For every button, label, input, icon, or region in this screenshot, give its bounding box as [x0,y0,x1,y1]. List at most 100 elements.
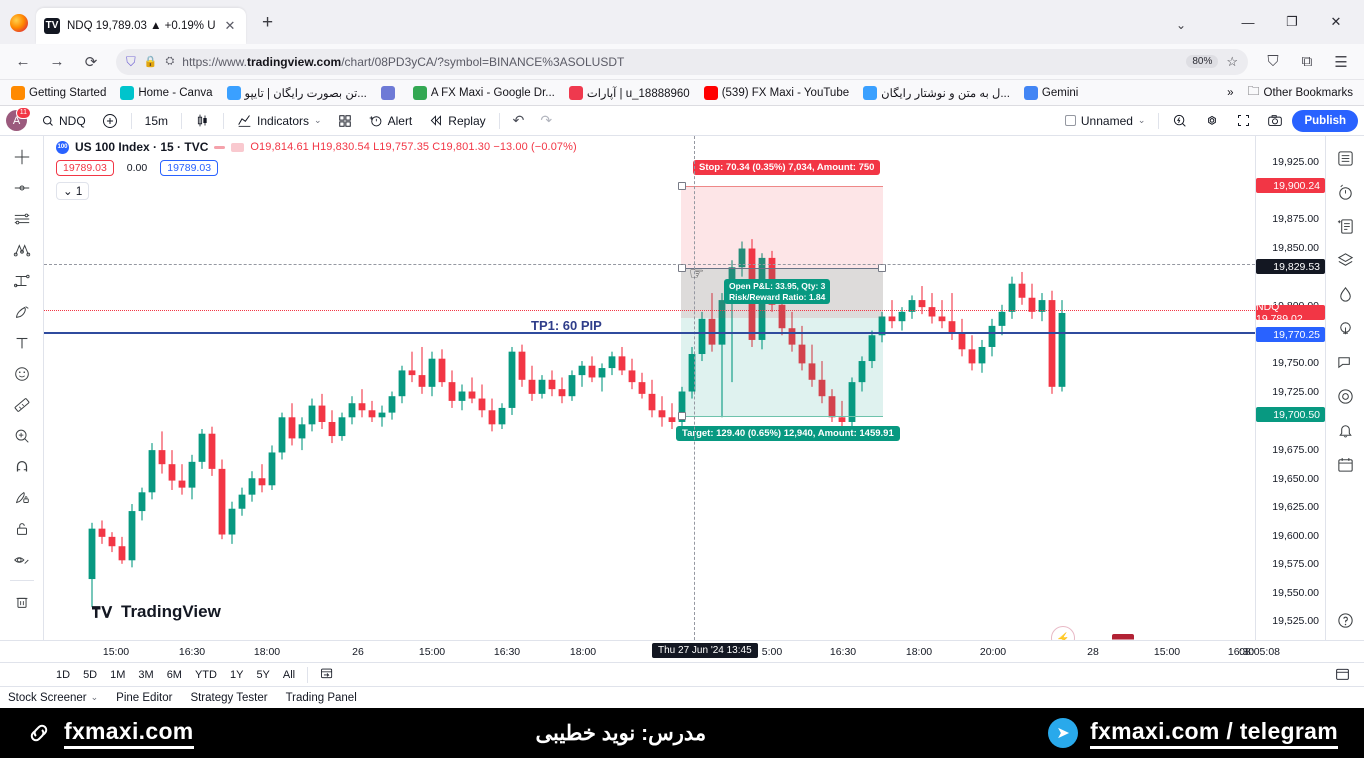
browser-tab[interactable]: TV NDQ 19,789.03 ▲ +0.19% Unna ✕ [36,8,246,44]
browser-menu-icon[interactable]: ☰ [1326,49,1356,75]
timeframe-6m[interactable]: 6M [161,667,188,683]
extensions-icon[interactable]: ⧉ [1292,49,1322,75]
zoom-in-icon[interactable] [7,421,37,450]
timeframe-1d[interactable]: 1D [50,667,76,683]
pocket-icon[interactable]: ⛉ [1258,49,1288,75]
tp1-line[interactable] [44,332,1255,334]
stop-label[interactable]: Stop: 70.34 (0.35%) 7,034, Amount: 750 [693,160,881,175]
footer-site[interactable]: fxmaxi.com [26,718,194,749]
go-to-date-icon[interactable] [314,664,340,685]
time-axis[interactable]: 08:05:08 15:00 16:30 18:00 26 15:00 16:30 18:0… [0,640,1364,662]
bookmark-item[interactable]: تن بصورت رایگان | تایپو... [222,84,372,102]
help-icon[interactable] [1331,606,1359,634]
layout-checkbox-icon[interactable] [1064,115,1076,126]
close-window-button[interactable]: ✕ [1314,8,1358,36]
trash-icon[interactable] [7,587,37,616]
reload-icon[interactable]: ⟳ [76,49,106,75]
legend-eye-icon[interactable] [214,145,226,149]
hide-drawings-icon[interactable] [7,545,37,574]
emoji-icon[interactable] [7,359,37,388]
tab-close-icon[interactable]: ✕ [222,18,238,34]
pill-qty[interactable]: ⌄ 1 [56,182,90,200]
stop-handle-left[interactable] [678,182,686,190]
notifications-icon[interactable] [1331,416,1359,444]
stop-price-label[interactable]: 19,900.24 [1256,178,1325,193]
replay-button[interactable]: Replay [421,109,492,133]
long-position-icon[interactable] [7,266,37,295]
brush-icon[interactable] [7,297,37,326]
footer-telegram[interactable]: ➤ fxmaxi.com / telegram [1048,718,1338,749]
symbol-search-button[interactable]: NDQ [35,109,93,133]
maximize-button[interactable]: ❐ [1270,8,1314,36]
price-scale[interactable]: 19,925.0019,875.0019,850.0019,800.0019,7… [1255,136,1325,640]
timeframe-3m[interactable]: 3M [132,667,159,683]
interval-button[interactable]: 15m [138,109,175,133]
undo-button[interactable]: ↶ [506,109,532,133]
target-price-label[interactable]: 19,700.50 [1256,407,1325,422]
fib-pattern-icon[interactable] [7,235,37,264]
snapshot-button[interactable] [1260,109,1290,133]
text-icon[interactable] [7,328,37,357]
measure-ruler-icon[interactable] [7,390,37,419]
crosshair-icon[interactable] [7,142,37,171]
quick-search-button[interactable] [1165,109,1195,133]
news-icon[interactable] [1331,212,1359,240]
entry-price-label[interactable]: 19,770.25 [1256,327,1325,342]
indicators-button[interactable]: Indicators ⌄ [230,109,329,133]
trend-line-icon[interactable] [7,173,37,202]
bookmark-item[interactable]: (539) FX Maxi - YouTube [699,84,854,102]
entry-handle-right[interactable] [878,264,886,272]
bookmark-item[interactable]: Getting Started [6,84,111,102]
layout-name-button[interactable]: Unnamed ⌄ [1058,109,1153,133]
shield-icon[interactable]: ⛉ [126,54,136,70]
other-bookmarks-folder[interactable]: 🗀 Other Bookmarks [1243,80,1359,105]
last-price-label[interactable]: NDQ 19,789.02 [1256,301,1325,325]
horizontal-lines-icon[interactable] [7,204,37,233]
timeframe-1m[interactable]: 1M [104,667,131,683]
lock-icon[interactable] [7,514,37,543]
bookmark-item[interactable]: Gemini [1019,84,1083,102]
timeframe-all[interactable]: All [277,667,301,683]
minimize-button[interactable]: — [1226,8,1270,36]
entry-handle-left[interactable] [678,264,686,272]
bottom-tab-strategy-tester[interactable]: Strategy Tester [190,692,267,704]
pill-stop-price[interactable]: 19789.03 [56,160,114,176]
bookmark-item[interactable]: Home - Canva [115,84,217,102]
bottom-tab-stock-screener[interactable]: Stock Screener ⌄ [8,692,98,704]
calendar-date-icon[interactable] [1329,664,1356,686]
hotlist-icon[interactable] [1331,280,1359,308]
bookmark-item[interactable]: A FX Maxi - Google Dr... [408,84,560,102]
avatar[interactable]: A 11 [6,107,31,131]
redo-button[interactable]: ↷ [533,109,559,133]
timeframe-1y[interactable]: 1Y [224,667,249,683]
chevron-down-icon[interactable]: ⌄ [314,115,322,126]
bookmark-star-icon[interactable]: ☆ [1226,54,1238,70]
ideas-icon[interactable] [1331,314,1359,342]
bookmark-item[interactable] [376,84,404,102]
bookmark-item[interactable]: ل به متن و نوشتار رایگان... [858,84,1015,102]
calendar-icon[interactable] [1331,450,1359,478]
chat-icon[interactable] [1331,348,1359,376]
magnet-icon[interactable] [7,452,37,481]
chevron-down-icon[interactable]: ⌄ [91,692,99,703]
layouts-button[interactable] [331,109,359,133]
timeframe-5y[interactable]: 5Y [250,667,275,683]
pill-entry-price[interactable]: 19789.03 [160,160,219,176]
legend-menu-icon[interactable] [231,142,245,152]
cursor-price-label[interactable]: 19,829.53 [1256,259,1325,274]
back-icon[interactable]: ← [8,49,38,75]
chart-style-button[interactable] [188,109,217,133]
broker-icon[interactable] [1331,382,1359,410]
bottom-tab-trading-panel[interactable]: Trading Panel [286,692,357,704]
add-symbol-button[interactable] [95,109,125,133]
chevron-down-icon[interactable]: ⌄ [1138,115,1146,126]
timeframe-ytd[interactable]: YTD [189,667,223,683]
timeframe-5d[interactable]: 5D [77,667,103,683]
url-bar[interactable]: ⛉ 🔒 ⛭ https://www.tradingview.com/chart/… [116,48,1248,75]
target-handle-left[interactable] [678,412,686,420]
watchlist-icon[interactable] [1331,144,1359,172]
bookmark-item[interactable]: آپارات | u_18888960 [564,84,695,102]
symbol-title[interactable]: US 100 Index · 15 · TVC [75,140,208,154]
data-window-icon[interactable] [1331,246,1359,274]
fullscreen-button[interactable] [1229,109,1258,133]
